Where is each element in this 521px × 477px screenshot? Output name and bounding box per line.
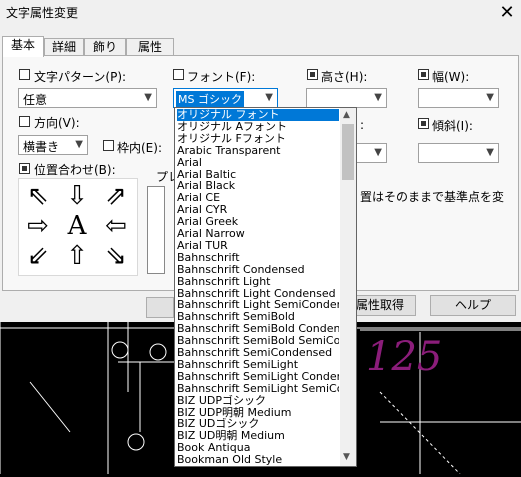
arrow-down-right-icon[interactable]: ⇘ (103, 243, 129, 269)
font-option[interactable]: Bookman Old Style (177, 454, 339, 466)
font-option[interactable]: Arial TUR (177, 240, 339, 252)
chevron-down-icon: ▼ (265, 92, 273, 103)
font-checkbox[interactable] (173, 69, 184, 80)
width-select[interactable]: ▼ (418, 88, 499, 108)
inner-frame-label: 枠内(E): (117, 141, 162, 155)
width-checkbox[interactable] (418, 69, 429, 80)
arrow-down-icon[interactable]: ⇩ (64, 183, 90, 209)
slant-label: 傾斜(I): (432, 119, 473, 133)
arrow-right-icon[interactable]: ⇨ (25, 213, 51, 239)
font-option[interactable]: Arial Black (177, 180, 339, 192)
arrow-up-left-icon[interactable]: ⇖ (25, 183, 51, 209)
direction-select[interactable]: 横書き ▼ (18, 135, 88, 155)
font-option[interactable]: Bahnschrift SemiLight Condensed (177, 371, 339, 383)
pattern-label: 文字パターン(P): (34, 70, 127, 84)
position-checkbox[interactable] (19, 163, 30, 174)
font-option[interactable]: Book Antiqua (177, 442, 339, 454)
width-label: 幅(W): (432, 70, 470, 84)
font-select[interactable]: MS ゴシック ▼ (173, 88, 278, 108)
scrollbar-thumb[interactable] (342, 124, 354, 180)
tab-decoration[interactable]: 飾り (84, 38, 126, 56)
font-option[interactable]: Bahnschrift Condensed (177, 264, 339, 276)
help-button[interactable]: ヘルプ (430, 295, 516, 316)
font-option[interactable]: Arial CYR (177, 204, 339, 216)
font-value: MS ゴシック (176, 91, 244, 107)
font-option[interactable]: Arabic Transparent (177, 145, 339, 157)
position-label: 位置合わせ(B): (34, 163, 116, 177)
font-option[interactable]: Bahnschrift SemiBold SemiCond (177, 335, 339, 347)
pattern-select[interactable]: 任意 ▼ (18, 88, 157, 108)
direction-label: 方向(V): (34, 116, 80, 130)
font-option[interactable]: Arial (177, 157, 339, 169)
height-checkbox[interactable] (307, 69, 318, 80)
arrow-up-icon[interactable]: ⇧ (64, 243, 90, 269)
font-option[interactable]: オリジナル Aフォント (177, 121, 339, 133)
font-option[interactable]: Bahnschrift SemiBold Condensed (177, 323, 339, 335)
height-label: 高さ(H): (321, 70, 368, 84)
font-option[interactable]: Arial CE (177, 192, 339, 204)
font-option[interactable]: BIZ UD明朝 Medium (177, 430, 339, 442)
tab-details[interactable]: 詳細 (44, 38, 84, 56)
font-dropdown-list[interactable]: オリジナル フォント オリジナル Aフォント オリジナル Fフォント Arabic T… (174, 107, 357, 467)
font-option[interactable]: Arial Baltic (177, 169, 339, 181)
scroll-down-icon[interactable]: ▼ (343, 452, 350, 462)
dialog-title: 文字属性変更 (6, 6, 79, 20)
font-option[interactable]: オリジナル Fフォント (177, 133, 339, 145)
slant-checkbox[interactable] (418, 118, 429, 129)
direction-value: 横書き (23, 140, 60, 154)
pattern-value: 任意 (23, 93, 48, 107)
spacing-label: : (360, 118, 365, 132)
chevron-down-icon: ▼ (75, 139, 83, 150)
notice-text: 置はそのままで基準点を変 (360, 190, 505, 204)
font-option[interactable]: Bahnschrift SemiLight (177, 359, 339, 371)
font-option[interactable]: Bahnschrift Light (177, 276, 339, 288)
inner-frame-checkbox[interactable] (103, 140, 114, 151)
font-option[interactable]: Bahnschrift SemiLight SemiCond (177, 383, 339, 395)
cad-dimension-text: 125 (366, 334, 442, 380)
font-option[interactable]: Arial Greek (177, 216, 339, 228)
chevron-down-icon: ▼ (374, 92, 382, 103)
font-option[interactable]: Bahnschrift (177, 252, 339, 264)
chevron-down-icon: ▼ (144, 92, 152, 103)
alignment-grid: ⇖ ⇩ ⇗ ⇨ A ⇦ ⇙ ⇧ ⇘ (18, 178, 138, 276)
slant-select[interactable]: ▼ (418, 143, 499, 163)
tab-basic[interactable]: 基本 (2, 36, 44, 57)
font-option[interactable]: BIZ UDPゴシック (177, 395, 339, 407)
chevron-down-icon: ▼ (486, 147, 494, 158)
preview-box (147, 186, 165, 274)
font-option[interactable]: Bahnschrift SemiBold (177, 311, 339, 323)
height-select[interactable]: ▼ (306, 88, 387, 108)
scroll-up-icon[interactable]: ▲ (343, 110, 350, 120)
tab-attributes[interactable]: 属性 (126, 38, 174, 56)
ok-button[interactable] (146, 297, 174, 318)
font-option[interactable]: Bahnschrift Light Condensed (177, 288, 339, 300)
chevron-down-icon: ▼ (486, 92, 494, 103)
close-button[interactable]: ✕ (493, 0, 521, 26)
font-option[interactable]: Arial Narrow (177, 228, 339, 240)
center-a-icon[interactable]: A (64, 213, 90, 239)
pattern-checkbox[interactable] (19, 69, 30, 80)
font-option[interactable]: BIZ UDP明朝 Medium (177, 407, 339, 419)
font-option[interactable]: オリジナル フォント (177, 109, 339, 121)
arrow-left-icon[interactable]: ⇦ (103, 213, 129, 239)
font-option[interactable]: Bahnschrift SemiCondensed (177, 347, 339, 359)
dropdown-scrollbar[interactable]: ▲ ▼ (340, 108, 356, 466)
font-label: フォント(F): (187, 70, 256, 84)
direction-checkbox[interactable] (19, 116, 30, 127)
font-option[interactable]: Bahnschrift Light SemiCondensed (177, 299, 339, 311)
arrow-up-right-icon[interactable]: ⇗ (103, 183, 129, 209)
chevron-down-icon: ▼ (374, 147, 382, 158)
arrow-down-left-icon[interactable]: ⇙ (25, 243, 51, 269)
font-option[interactable]: BIZ UDゴシック (177, 418, 339, 430)
